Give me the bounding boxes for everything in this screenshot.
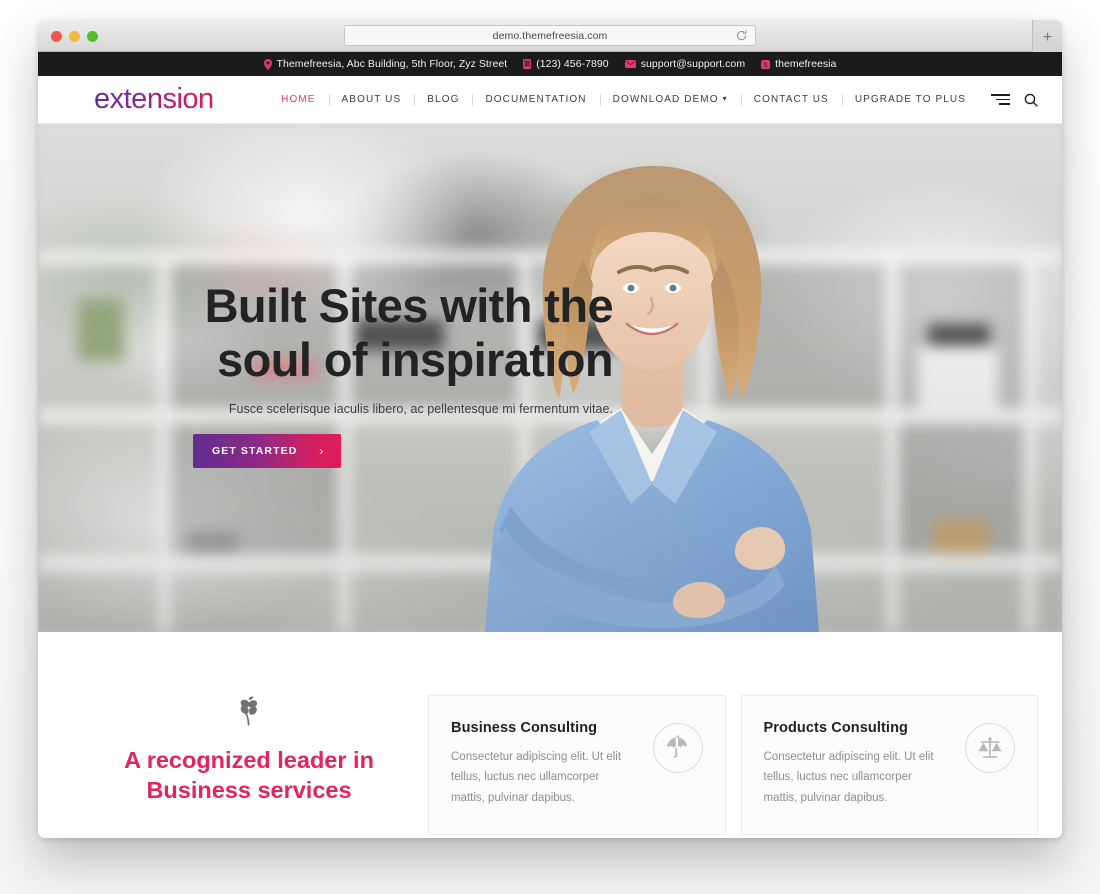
browser-window: demo.themefreesia.com + Themefreesia, Ab… xyxy=(38,20,1062,838)
umbrella-icon xyxy=(652,723,703,773)
services-section: A recognized leader in Business services… xyxy=(38,632,1062,838)
page-backdrop: demo.themefreesia.com + Themefreesia, Ab… xyxy=(0,0,1100,894)
nav-item-upgrade-to-plus-label: UPGRADE TO PLUS xyxy=(854,94,966,105)
topbar-address: Themefreesia, Abc Building, 5th Floor, Z… xyxy=(263,58,508,70)
new-tab-button[interactable]: + xyxy=(1032,20,1062,52)
nav-item-upgrade-to-plus[interactable]: UPGRADE TO PLUS xyxy=(842,94,979,105)
site-topbar: Themefreesia, Abc Building, 5th Floor, Z… xyxy=(38,52,1062,76)
leaf-branch-icon xyxy=(106,695,392,729)
chevron-down-icon: ▾ xyxy=(722,94,728,103)
map-marker-icon xyxy=(263,58,272,70)
service-card-description: Consectetur adipiscing elit. Ut elit tel… xyxy=(451,751,622,804)
nav-item-home[interactable]: HOME xyxy=(268,94,328,105)
get-started-label: GET STARTED xyxy=(212,445,298,458)
hero-cta-wrapper: GET STARTED › xyxy=(193,434,613,469)
topbar-address-text: Themefreesia, Abc Building, 5th Floor, Z… xyxy=(276,58,508,70)
reload-icon[interactable] xyxy=(735,29,748,42)
nav-item-contact-us-label: CONTACT US xyxy=(753,94,829,105)
nav-item-contact-us[interactable]: CONTACT US xyxy=(741,94,842,105)
hero-section: Built Sites with the soul of inspiration… xyxy=(38,124,1062,632)
skype-icon: S xyxy=(761,59,771,69)
search-icon[interactable] xyxy=(1024,93,1038,107)
nav-item-about-us-label: ABOUT US xyxy=(341,94,402,105)
topbar-phone-text: (123) 456-7890 xyxy=(536,58,609,70)
nav-item-about-us[interactable]: ABOUT US xyxy=(329,94,415,105)
nav-item-blog-label: BLOG xyxy=(427,94,460,105)
new-tab-label: + xyxy=(1042,29,1053,46)
topbar-email[interactable]: support@support.com xyxy=(624,58,746,70)
main-navigation: HOME ABOUT US BLOG DOCUMENTATION DOWNLOA… xyxy=(268,94,979,105)
service-card-business-consulting[interactable]: Business Consulting Consectetur adipisci… xyxy=(428,695,726,836)
topbar-skype[interactable]: S themefreesia xyxy=(761,58,836,70)
browser-chrome: demo.themefreesia.com + xyxy=(38,20,1062,52)
topbar-skype-text: themefreesia xyxy=(775,58,837,70)
services-heading: A recognized leader in Business services xyxy=(124,747,374,804)
maximize-window-button[interactable] xyxy=(87,31,98,42)
hero-content: Built Sites with the soul of inspiration… xyxy=(193,279,614,469)
site-header: extension HOME ABOUT US BLOG DOCUMENTATI… xyxy=(38,76,1062,124)
balance-scales-icon xyxy=(965,723,1015,773)
url-text: demo.themefreesia.com xyxy=(492,29,608,42)
header-tools xyxy=(991,93,1038,107)
service-card-products-consulting[interactable]: Products Consulting Consectetur adipisci… xyxy=(740,695,1038,836)
service-cards: Business Consulting Consectetur adipisci… xyxy=(428,695,1038,836)
svg-text:S: S xyxy=(764,62,768,68)
envelope-icon xyxy=(624,60,636,68)
services-inner: A recognized leader in Business services… xyxy=(62,632,1038,836)
get-started-button[interactable]: GET STARTED › xyxy=(193,434,341,469)
nav-item-download-demo[interactable]: DOWNLOAD DEMO ▾ xyxy=(600,94,741,105)
window-traffic-lights xyxy=(51,31,98,42)
topbar-phone[interactable]: (123) 456-7890 xyxy=(523,58,609,70)
minimize-window-button[interactable] xyxy=(69,31,80,42)
nav-item-home-label: HOME xyxy=(281,94,316,105)
hero-subtitle: Fusce scelerisque iaculis libero, ac pel… xyxy=(228,402,613,417)
site-logo[interactable]: extension xyxy=(94,85,214,114)
chevron-right-icon: › xyxy=(319,444,325,459)
hamburger-icon[interactable] xyxy=(991,94,1010,105)
nav-item-documentation-label: DOCUMENTATION xyxy=(485,94,587,105)
services-intro: A recognized leader in Business services xyxy=(62,695,392,805)
nav-item-blog[interactable]: BLOG xyxy=(414,94,472,105)
hero-title: Built Sites with the soul of inspiration xyxy=(204,279,614,386)
topbar-email-text: support@support.com xyxy=(640,58,746,70)
phone-icon xyxy=(523,59,532,69)
nav-item-download-demo-label: DOWNLOAD DEMO xyxy=(612,94,719,105)
close-window-button[interactable] xyxy=(51,31,62,42)
address-bar[interactable]: demo.themefreesia.com xyxy=(344,25,756,46)
nav-item-documentation[interactable]: DOCUMENTATION xyxy=(472,94,599,105)
service-card-description: Consectetur adipiscing elit. Ut elit tel… xyxy=(763,751,934,804)
